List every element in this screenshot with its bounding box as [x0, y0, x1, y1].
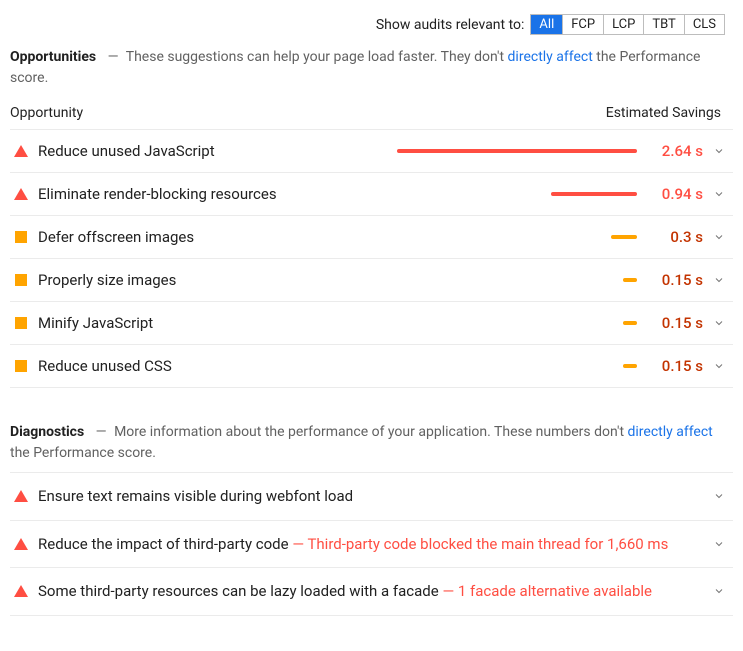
chevron-down-icon[interactable] — [713, 188, 729, 200]
dash-separator: — — [96, 424, 107, 440]
savings-bar-track — [397, 364, 637, 368]
diagnostic-text: Ensure text remains visible during webfo… — [38, 485, 703, 508]
diagnostics-desc-after: the Performance score. — [10, 445, 156, 461]
chevron-down-icon[interactable] — [713, 490, 729, 502]
filter-chip-lcp[interactable]: LCP — [604, 15, 644, 34]
savings-time: 0.15 s — [647, 357, 703, 375]
diagnostic-text: Some third-party resources can be lazy l… — [38, 580, 703, 603]
opportunity-label: Properly size images — [38, 271, 387, 289]
filter-chip-all[interactable]: All — [531, 15, 563, 34]
chevron-down-icon[interactable] — [713, 231, 729, 243]
square-icon — [14, 359, 28, 373]
savings-time: 2.64 s — [647, 142, 703, 160]
opportunity-row[interactable]: Eliminate render-blocking resources 0.94 … — [10, 173, 733, 216]
col-savings: Estimated Savings — [606, 105, 721, 121]
opportunity-row[interactable]: Reduce unused JavaScript 2.64 s — [10, 130, 733, 173]
triangle-icon — [14, 584, 28, 598]
opportunity-row[interactable]: Minify JavaScript 0.15 s — [10, 302, 733, 345]
opportunity-label: Reduce unused JavaScript — [38, 142, 387, 160]
chevron-down-icon[interactable] — [713, 360, 729, 372]
dash-separator: — — [108, 49, 119, 65]
chevron-down-icon[interactable] — [713, 317, 729, 329]
opportunities-list: Reduce unused JavaScript 2.64 s Eliminate … — [10, 129, 733, 388]
chevron-down-icon[interactable] — [713, 274, 729, 286]
chevron-down-icon[interactable] — [713, 585, 729, 597]
triangle-icon — [14, 489, 28, 503]
filter-chip-fcp[interactable]: FCP — [563, 15, 604, 34]
savings-bar-track — [397, 278, 637, 282]
opportunity-label: Eliminate render-blocking resources — [38, 185, 387, 203]
chevron-down-icon[interactable] — [713, 538, 729, 550]
square-icon — [14, 273, 28, 287]
audit-filter-row: Show audits relevant to: AllFCPLCPTBTCLS — [10, 10, 733, 43]
savings-bar-track — [397, 149, 637, 153]
triangle-icon — [14, 537, 28, 551]
diagnostic-text: Reduce the impact of third-party code — … — [38, 533, 703, 556]
directly-affect-link[interactable]: directly affect — [508, 49, 593, 65]
triangle-icon — [14, 144, 28, 158]
savings-bar-track — [397, 192, 637, 196]
savings-bar — [623, 321, 637, 325]
savings-bar — [397, 149, 637, 153]
square-icon — [14, 230, 28, 244]
diagnostics-list: Ensure text remains visible during webfo… — [10, 472, 733, 616]
diagnostic-warning: Third-party code blocked the main thread… — [307, 535, 668, 553]
opportunities-desc: These suggestions can help your page loa… — [126, 49, 508, 65]
savings-bar — [551, 192, 637, 196]
triangle-icon — [14, 187, 28, 201]
diagnostic-warning: 1 facade alternative available — [458, 582, 652, 600]
filter-chip-group: AllFCPLCPTBTCLS — [530, 14, 725, 35]
savings-bar — [623, 364, 637, 368]
opportunity-row[interactable]: Properly size images 0.15 s — [10, 259, 733, 302]
diagnostics-header: Diagnostics — More information about the… — [10, 418, 733, 472]
directly-affect-link[interactable]: directly affect — [628, 424, 713, 440]
opportunities-header: Opportunities — These suggestions can he… — [10, 43, 733, 97]
savings-time: 0.3 s — [647, 228, 703, 246]
savings-time: 0.15 s — [647, 271, 703, 289]
filter-chip-tbt[interactable]: TBT — [644, 15, 684, 34]
opportunity-label: Reduce unused CSS — [38, 357, 387, 375]
diagnostic-row[interactable]: Reduce the impact of third-party code — … — [10, 521, 733, 569]
chevron-down-icon[interactable] — [713, 145, 729, 157]
savings-time: 0.94 s — [647, 185, 703, 203]
filter-chip-cls[interactable]: CLS — [685, 15, 724, 34]
opportunity-row[interactable]: Defer offscreen images 0.3 s — [10, 216, 733, 259]
diagnostic-row[interactable]: Ensure text remains visible during webfo… — [10, 473, 733, 521]
diagnostics-desc: More information about the performance o… — [114, 424, 627, 440]
diagnostics-title: Diagnostics — [10, 424, 84, 440]
col-opportunity: Opportunity — [10, 105, 83, 121]
opportunities-title: Opportunities — [10, 49, 96, 65]
diagnostic-row[interactable]: Some third-party resources can be lazy l… — [10, 568, 733, 616]
savings-bar-track — [397, 235, 637, 239]
opportunity-column-headers: Opportunity Estimated Savings — [10, 97, 733, 129]
filter-label: Show audits relevant to: — [376, 17, 525, 33]
savings-bar — [623, 278, 637, 282]
savings-time: 0.15 s — [647, 314, 703, 332]
opportunity-label: Defer offscreen images — [38, 228, 387, 246]
savings-bar — [611, 235, 637, 239]
savings-bar-track — [397, 321, 637, 325]
square-icon — [14, 316, 28, 330]
opportunity-row[interactable]: Reduce unused CSS 0.15 s — [10, 345, 733, 388]
opportunity-label: Minify JavaScript — [38, 314, 387, 332]
